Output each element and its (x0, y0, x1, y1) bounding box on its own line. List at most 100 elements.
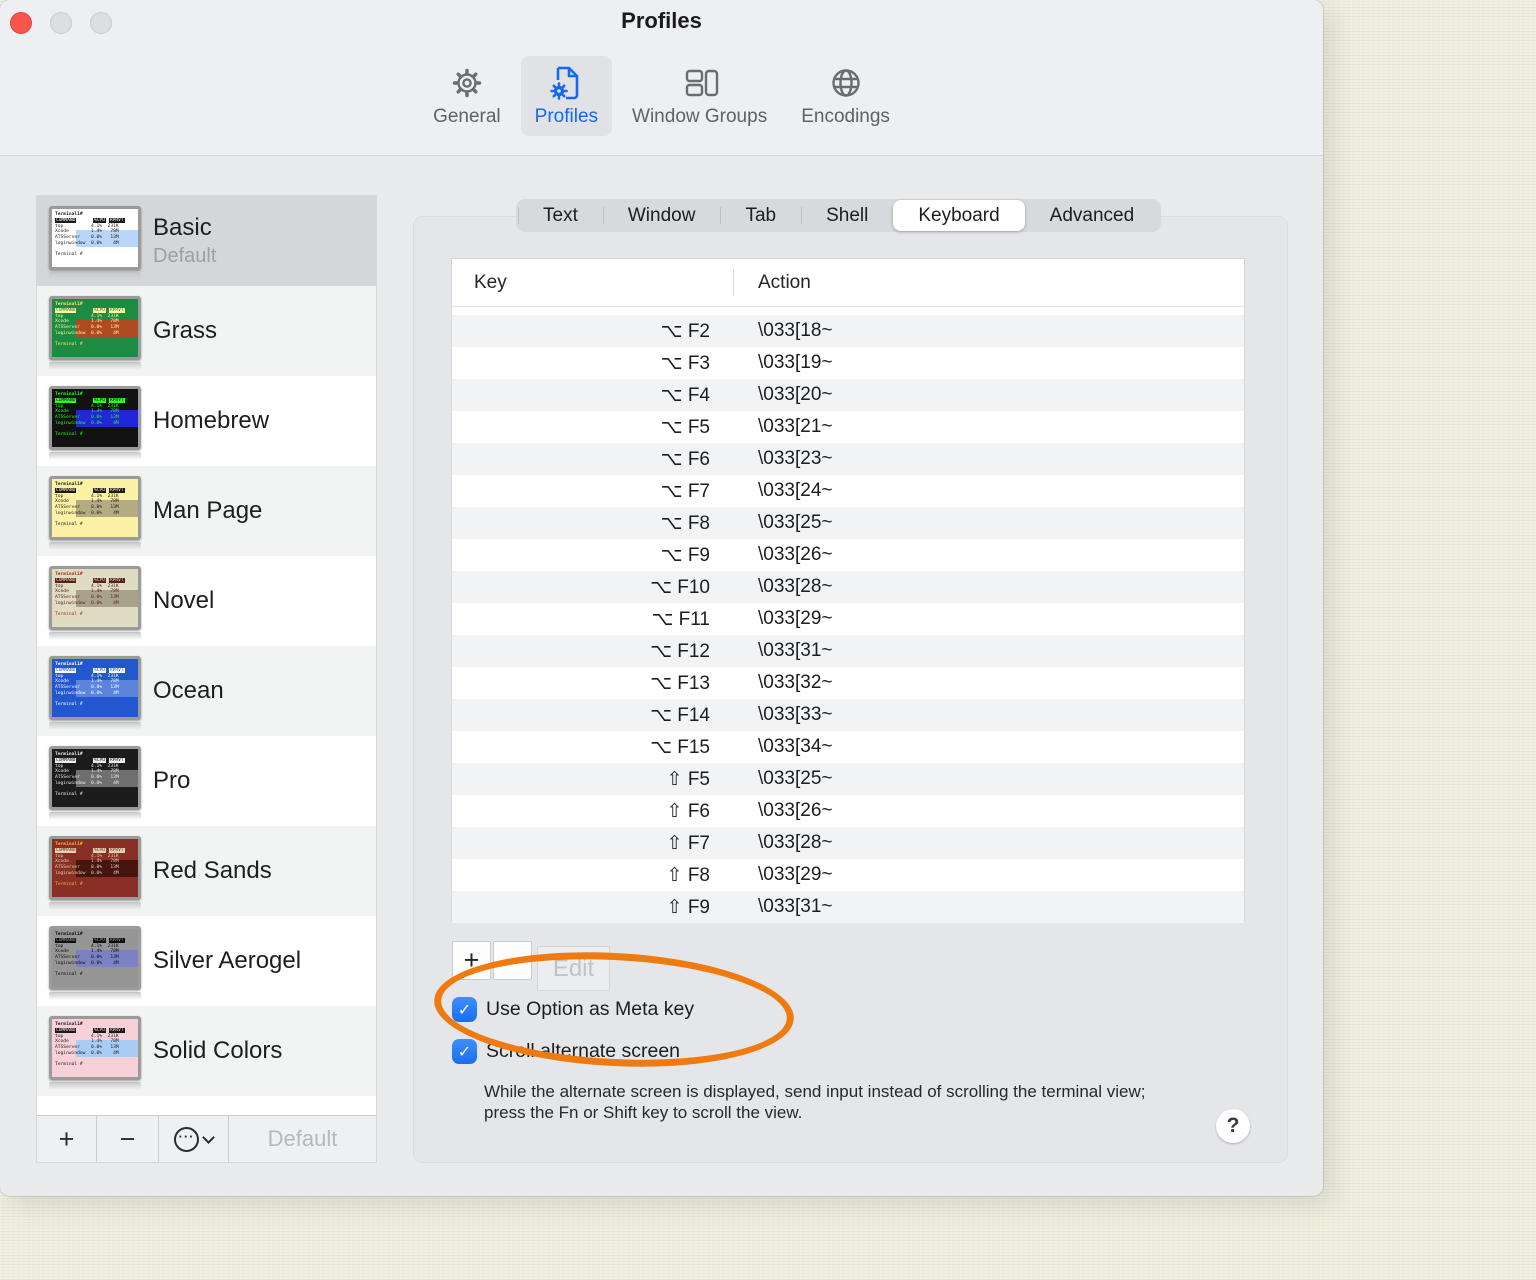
help-button[interactable]: ? (1216, 1109, 1250, 1143)
option-use-option-as-meta: ✓ Use Option as Meta key (452, 997, 694, 1022)
terminal-preview-image: Terminal1# COMMAND %CPU RPRVT top 4.1% 2… (49, 476, 141, 540)
terminal-preview-image: Terminal1# COMMAND %CPU RPRVT top 4.1% 2… (49, 296, 141, 360)
profile-list-item[interactable]: Terminal1# COMMAND %CPU RPRVT top 4.1% 2… (37, 286, 376, 376)
profile-list-footer: + − ··· Default (37, 1115, 376, 1162)
table-row[interactable]: ⌥ F8 \033[25~ (452, 507, 1244, 539)
profile-list-item[interactable]: Terminal1# COMMAND %CPU RPRVT top 4.1% 2… (37, 196, 376, 286)
table-row[interactable]: ⇧ F5 \033[25~ (452, 763, 1244, 795)
add-mapping-button[interactable]: + (452, 941, 491, 980)
toolbar-item-general[interactable]: General (419, 56, 515, 136)
profile-list-item[interactable]: Terminal1# COMMAND %CPU RPRVT top 4.1% 2… (37, 376, 376, 466)
preferences-toolbar: General Profiles Window Groups Encodings (0, 56, 1323, 136)
checkbox-label[interactable]: Use Option as Meta key (486, 998, 694, 1021)
option-scroll-alternate-screen: ✓ Scroll alternate screen (452, 1039, 680, 1064)
table-row[interactable]: ⌥ F5 \033[21~ (452, 411, 1244, 443)
remove-mapping-button[interactable]: − (493, 941, 532, 980)
chevron-down-icon (202, 1130, 215, 1144)
tab[interactable]: Keyboard (893, 200, 1025, 231)
column-header-key[interactable]: Key (452, 259, 734, 306)
table-row[interactable]: ⌥ F4 \033[20~ (452, 379, 1244, 411)
profile-thumbnail: Terminal1# COMMAND %CPU RPRVT top 4.1% 2… (49, 296, 141, 370)
profile-actions-menu-button[interactable]: ··· (159, 1116, 229, 1162)
terminal-preferences-window: Profiles General Profiles Window Groups … (0, 0, 1323, 1196)
profile-list: Terminal1# COMMAND %CPU RPRVT top 4.1% 2… (36, 195, 377, 1163)
profile-list-item[interactable]: Terminal1# COMMAND %CPU RPRVT top 4.1% 2… (37, 736, 376, 826)
key-cell: ⌥ F3 (660, 352, 710, 374)
toolbar-item-window-groups[interactable]: Window Groups (618, 56, 781, 136)
profile-list-item[interactable]: Terminal1# COMMAND %CPU RPRVT top 4.1% 2… (37, 916, 376, 1006)
terminal-preview-image: Terminal1# COMMAND %CPU RPRVT top 4.1% 2… (49, 656, 141, 720)
profile-list-item[interactable]: Terminal1# COMMAND %CPU RPRVT top 4.1% 2… (37, 556, 376, 646)
table-row[interactable]: ⌥ F14 \033[33~ (452, 699, 1244, 731)
profile-name: Pro (153, 767, 191, 794)
tab[interactable]: Window (602, 199, 721, 232)
checkbox-use-option-as-meta[interactable]: ✓ (452, 997, 477, 1022)
profile-list-item[interactable]: Terminal1# COMMAND %CPU RPRVT top 4.1% 2… (37, 1006, 376, 1096)
tab[interactable]: Text (518, 199, 603, 232)
toolbar-label-general: General (433, 106, 501, 127)
key-cell: ⇧ F7 (666, 832, 710, 854)
action-cell: \033[23~ (758, 448, 833, 469)
profile-name: Grass (153, 317, 218, 344)
set-default-button[interactable]: Default (229, 1116, 376, 1162)
action-cell: \033[19~ (758, 352, 833, 373)
table-body: ⌥ F2 \033[18~ ⌥ F3 \033[19~ ⌥ F4 \033[20… (452, 307, 1244, 923)
thumbnail-reflection (49, 452, 141, 460)
checkbox-scroll-alternate-screen[interactable]: ✓ (452, 1039, 477, 1064)
tab[interactable]: Shell (801, 199, 893, 232)
add-profile-button[interactable]: + (37, 1116, 97, 1162)
profile-name: Basic (153, 214, 212, 241)
action-cell: \033[28~ (758, 576, 833, 597)
profile-list-item[interactable]: Terminal1# COMMAND %CPU RPRVT top 4.1% 2… (37, 646, 376, 736)
toolbar-label-encodings: Encodings (801, 106, 890, 127)
table-row[interactable]: ⇧ F7 \033[28~ (452, 827, 1244, 859)
table-row[interactable]: ⌥ F9 \033[26~ (452, 539, 1244, 571)
profile-thumbnail: Terminal1# COMMAND %CPU RPRVT top 4.1% 2… (49, 206, 141, 280)
key-cell: ⌥ F5 (660, 416, 710, 438)
row-spacer (452, 307, 1244, 315)
table-row[interactable]: ⌥ F15 \033[34~ (452, 731, 1244, 763)
window-title: Profiles (621, 8, 702, 33)
desktop-background: Profiles General Profiles Window Groups … (0, 0, 1536, 1280)
globe-icon (826, 63, 866, 103)
gear-icon (447, 63, 487, 103)
table-row[interactable]: ⌥ F6 \033[23~ (452, 443, 1244, 475)
table-row[interactable]: ⌥ F3 \033[19~ (452, 347, 1244, 379)
remove-profile-button[interactable]: − (97, 1116, 159, 1162)
profile-name: Man Page (153, 497, 263, 524)
table-row[interactable]: ⌥ F7 \033[24~ (452, 475, 1244, 507)
table-row[interactable]: ⌥ F2 \033[18~ (452, 315, 1244, 347)
column-header-action[interactable]: Action (734, 272, 811, 294)
toolbar-item-profiles[interactable]: Profiles (520, 56, 613, 136)
terminal-preview-image: Terminal1# COMMAND %CPU RPRVT top 4.1% 2… (49, 386, 141, 450)
action-cell: \033[34~ (758, 736, 833, 757)
action-cell: \033[18~ (758, 320, 833, 341)
table-row[interactable]: ⌥ F10 \033[28~ (452, 571, 1244, 603)
profile-thumbnail: Terminal1# COMMAND %CPU RPRVT top 4.1% 2… (49, 656, 141, 730)
table-row[interactable]: ⇧ F6 \033[26~ (452, 795, 1244, 827)
table-row[interactable]: ⌥ F11 \033[29~ (452, 603, 1244, 635)
action-cell: \033[29~ (758, 864, 833, 885)
checkbox-label[interactable]: Scroll alternate screen (486, 1040, 680, 1063)
action-cell: \033[20~ (758, 384, 833, 405)
profile-thumbnail: Terminal1# COMMAND %CPU RPRVT top 4.1% 2… (49, 1016, 141, 1090)
table-rows: ⌥ F2 \033[18~ ⌥ F3 \033[19~ ⌥ F4 \033[20… (452, 315, 1244, 923)
profile-default-badge: Default (153, 245, 217, 267)
profile-thumbnail: Terminal1# COMMAND %CPU RPRVT top 4.1% 2… (49, 926, 141, 1000)
document-gear-icon (546, 63, 586, 103)
tab[interactable]: Tab (720, 199, 801, 232)
alternate-screen-help-text: While the alternate screen is displayed,… (484, 1082, 1146, 1122)
edit-mapping-button[interactable]: Edit (537, 946, 610, 991)
table-row[interactable]: ⇧ F8 \033[29~ (452, 859, 1244, 891)
profile-thumbnail: Terminal1# COMMAND %CPU RPRVT top 4.1% 2… (49, 566, 141, 640)
table-row[interactable]: ⌥ F12 \033[31~ (452, 635, 1244, 667)
key-cell: ⇧ F5 (666, 768, 710, 790)
table-row[interactable]: ⇧ F9 \033[31~ (452, 891, 1244, 923)
thumbnail-reflection (49, 272, 141, 280)
toolbar-item-encodings[interactable]: Encodings (787, 56, 904, 136)
tab[interactable]: Advanced (1025, 199, 1160, 232)
profile-list-item[interactable]: Terminal1# COMMAND %CPU RPRVT top 4.1% 2… (37, 826, 376, 916)
table-row[interactable]: ⌥ F13 \033[32~ (452, 667, 1244, 699)
profile-list-item[interactable]: Terminal1# COMMAND %CPU RPRVT top 4.1% 2… (37, 466, 376, 556)
thumbnail-reflection (49, 812, 141, 820)
